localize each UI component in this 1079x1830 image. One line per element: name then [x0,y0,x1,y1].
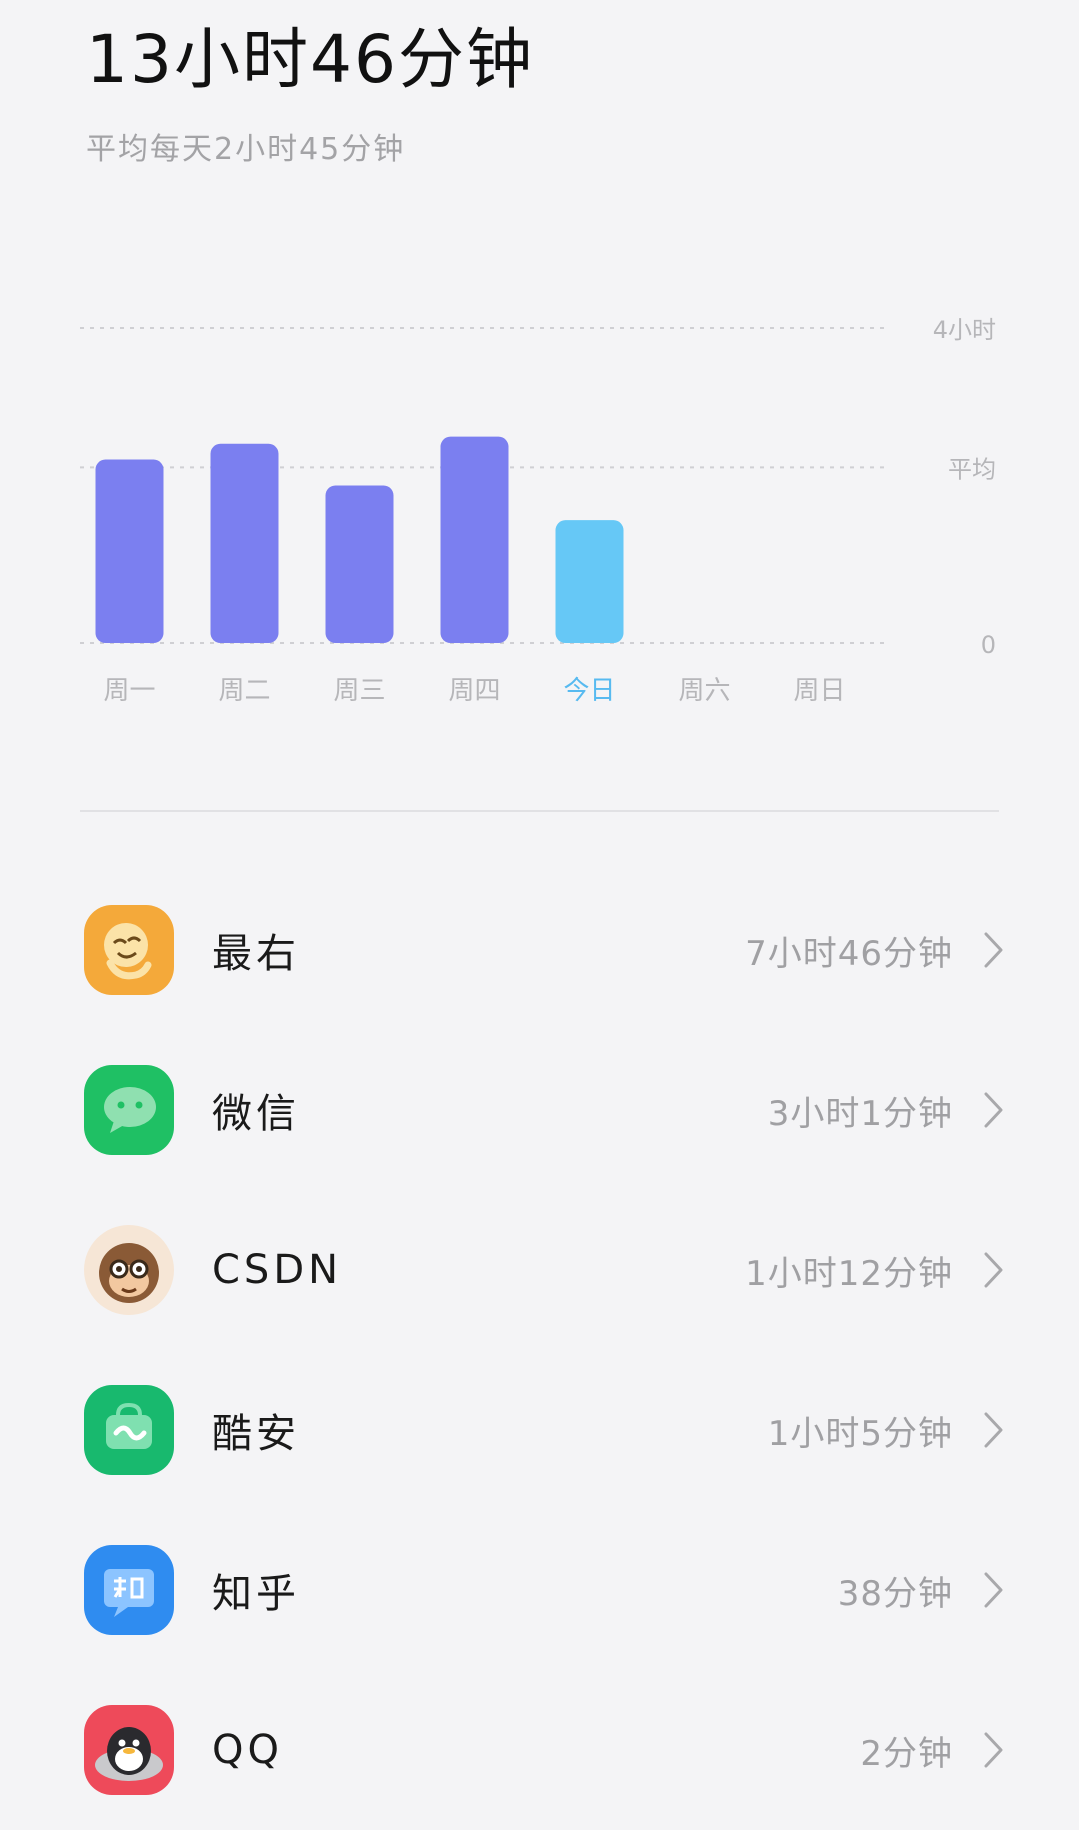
chevron-right-icon [979,1729,1009,1771]
app-name: 微信 [212,1091,300,1137]
app-usage-time: 2分钟 [860,1733,953,1774]
usage-header: 13小时46分钟 平均每天2小时45分钟 [86,18,1019,170]
chart-bar [325,485,394,643]
chart-bar [210,443,279,643]
chevron-right-icon [979,929,1009,971]
total-usage-time: 13小时46分钟 [86,21,534,98]
x-tick-label: 周一 [103,676,155,706]
x-tick-label: 今日 [563,676,615,706]
app-usage-time: 7小时46分钟 [745,933,953,974]
daily-average-time: 平均每天2小时45分钟 [86,132,406,167]
chevron-right-icon [979,1569,1009,1611]
x-tick-label: 周四 [448,676,500,706]
x-tick-label: 周三 [333,676,385,706]
app-row-qq[interactable]: QQ 2分钟 [0,1670,1079,1830]
app-usage-time: 1小时12分钟 [745,1253,953,1294]
chevron-right-icon [979,1249,1009,1291]
x-tick-label: 周二 [218,676,270,706]
y-reference-label: 4小时 [933,316,996,344]
app-row-csdn[interactable]: CSDN 1小时12分钟 [0,1190,1079,1350]
app-row-wechat[interactable]: 微信 3小时1分钟 [0,1030,1079,1190]
x-tick-label: 周六 [678,676,730,706]
coolapk-app-icon [84,1385,174,1475]
app-name: 知乎 [212,1571,300,1617]
app-usage-time: 38分钟 [837,1573,953,1614]
app-row-zhihu[interactable]: 知乎 38分钟 [0,1510,1079,1670]
app-usage-list: 最右 7小时46分钟 微信 3小时1分钟 CSDN 1小时12分钟 酷安 1小时… [0,870,1079,1830]
zuiyou-app-icon [84,905,174,995]
wechat-app-icon [84,1065,174,1155]
app-name: 酷安 [212,1411,300,1457]
qq-app-icon [84,1705,174,1795]
zhihu-app-icon [84,1545,174,1635]
chevron-right-icon [979,1409,1009,1451]
y-reference-label: 0 [981,631,996,659]
app-name: CSDN [212,1247,343,1293]
chart-bar [95,459,164,643]
chart-bar [555,520,624,643]
y-reference-label: 平均 [948,455,996,483]
chart-bar [440,436,509,643]
app-usage-time: 1小时5分钟 [767,1413,953,1454]
app-usage-time: 3小时1分钟 [767,1093,953,1134]
weekly-usage-chart-svg: 4小时平均 0 周一 周二 周三 周四 今日 周六 周日 [80,316,996,706]
x-tick-label: 周日 [793,676,845,706]
app-name: 最右 [212,931,300,977]
app-row-zuiyou[interactable]: 最右 7小时46分钟 [0,870,1079,1030]
csdn-app-icon [84,1225,174,1315]
app-name: QQ [212,1727,283,1773]
app-row-coolapk[interactable]: 酷安 1小时5分钟 [0,1350,1079,1510]
weekly-usage-chart[interactable]: 4小时平均 0 周一 周二 周三 周四 今日 周六 周日 [0,300,1079,740]
chevron-right-icon [979,1089,1009,1131]
section-divider [80,810,999,812]
